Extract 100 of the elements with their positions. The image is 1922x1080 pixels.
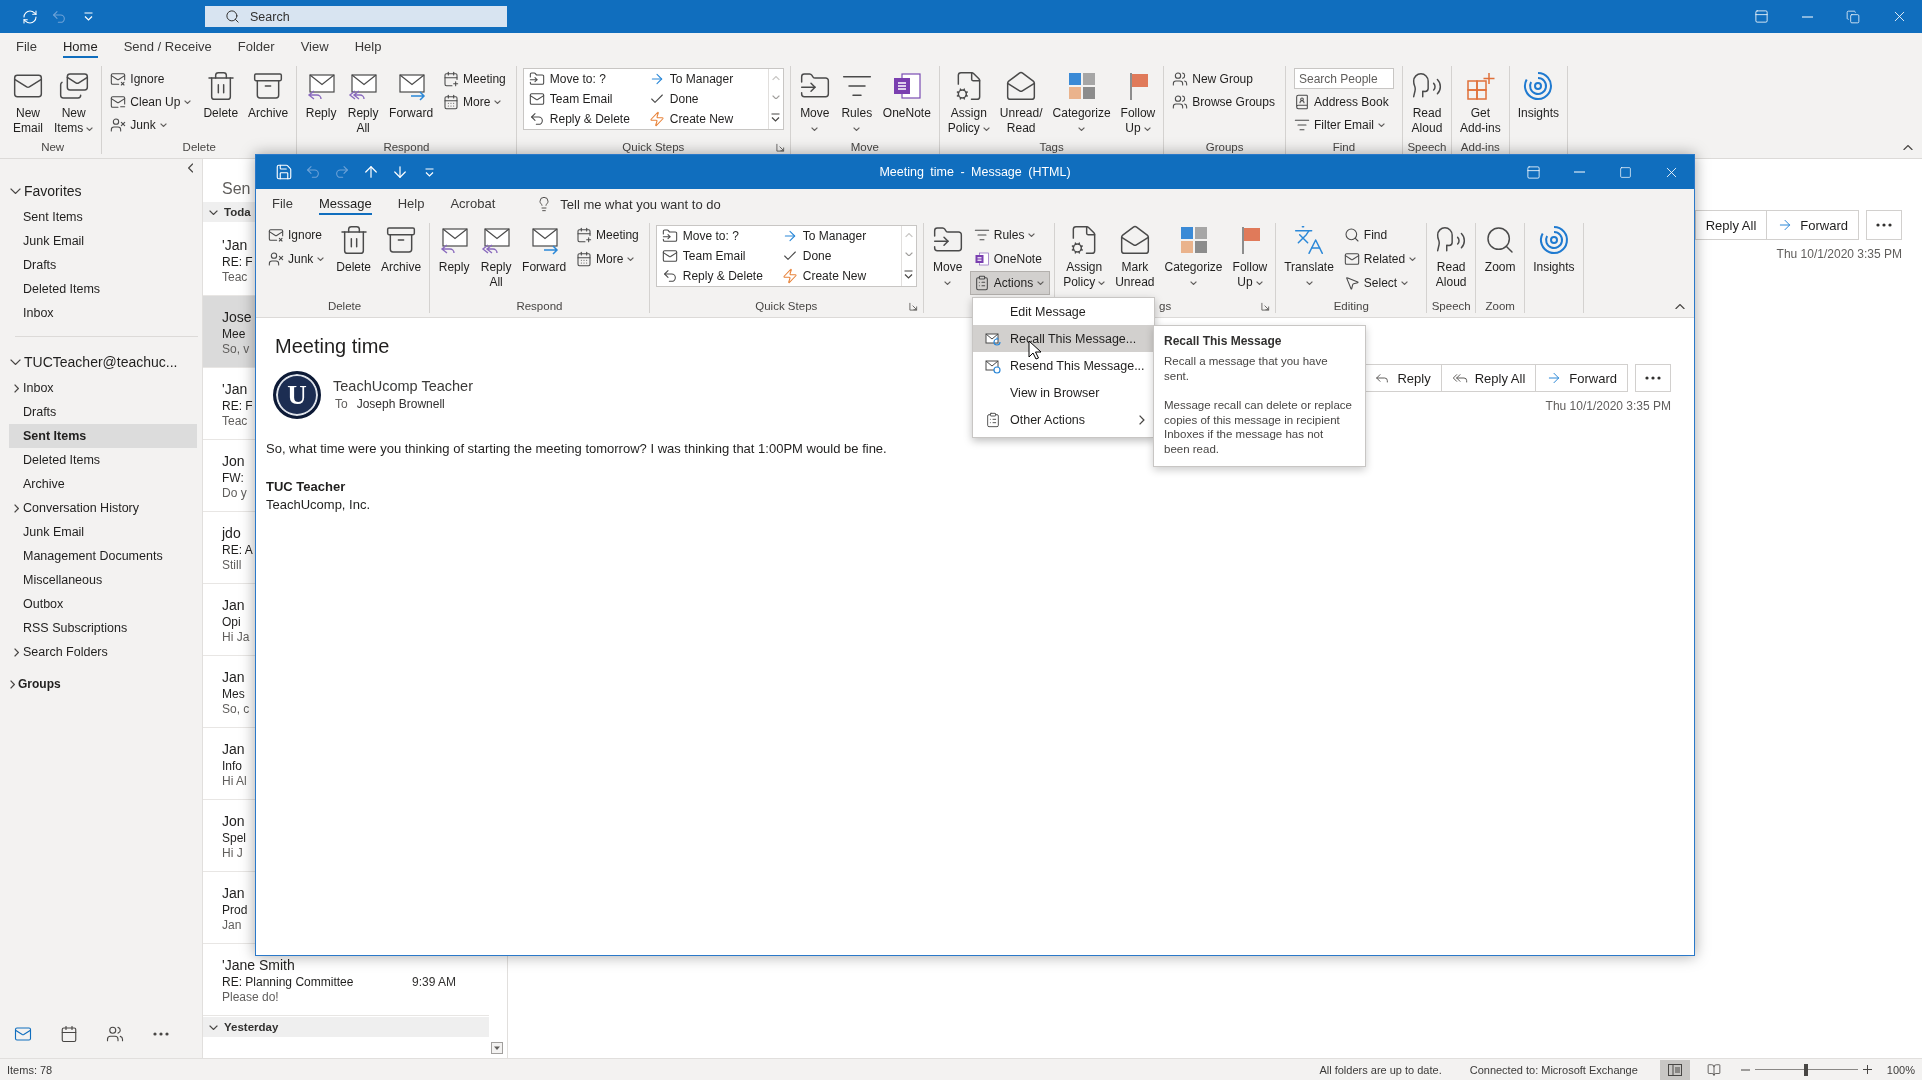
ribbon-button[interactable]: Find <box>1339 223 1394 247</box>
dialog-launcher-button[interactable] <box>1260 300 1272 312</box>
ribbon-button[interactable]: Translate <box>1280 223 1338 290</box>
ribbon-button[interactable]: Related <box>1339 247 1423 271</box>
date-group-header[interactable]: Toda <box>203 202 255 222</box>
ribbon-button[interactable]: Insights <box>1513 66 1563 121</box>
folder-item[interactable]: Drafts <box>9 253 197 277</box>
menu-item[interactable]: Edit Message <box>973 298 1154 325</box>
ribbon-button[interactable]: Actions <box>969 271 1051 295</box>
menu-item[interactable]: Other Actions <box>973 406 1154 433</box>
ribbon-tab[interactable]: Folder <box>237 36 275 58</box>
ribbon-button[interactable]: Archive <box>377 223 426 275</box>
folder-item[interactable]: Management Documents <box>9 544 197 568</box>
message-item[interactable]: Jose Mee So, v <box>203 296 255 368</box>
ribbon-button[interactable]: More <box>439 90 508 113</box>
ribbon-tab[interactable]: View <box>300 36 329 58</box>
collapse-pane-button[interactable] <box>187 163 193 173</box>
ribbon-button[interactable]: Unread/ Read <box>995 66 1047 136</box>
ribbon-button[interactable]: Reply <box>301 66 342 121</box>
ribbon-button[interactable]: Select <box>1339 271 1415 295</box>
menu-item[interactable]: Recall This Message... <box>973 325 1154 352</box>
dialog-launcher-button[interactable] <box>907 300 919 312</box>
ribbon-button[interactable]: New Email <box>8 66 48 136</box>
more-actions-button[interactable] <box>1635 364 1671 392</box>
date-group-header[interactable]: Yesterday <box>203 1017 489 1037</box>
message-action-button[interactable]: Reply All <box>1440 364 1537 392</box>
ribbon-button[interactable]: Forward <box>385 66 438 121</box>
view-button[interactable] <box>1659 1059 1690 1080</box>
folder-section-header[interactable]: Favorites <box>0 177 86 205</box>
ribbon-button[interactable]: Meeting <box>439 67 512 90</box>
ribbon-button[interactable]: Move <box>794 66 835 136</box>
folder-section-header[interactable]: TUCTeacher@teachuc... <box>0 348 182 376</box>
ribbon-tab[interactable]: Acrobat <box>450 193 496 215</box>
ribbon-button[interactable]: Ignore <box>106 67 171 90</box>
quick-step-button[interactable]: Team Email <box>658 246 749 266</box>
ribbon-button[interactable]: Archive <box>244 66 293 121</box>
ribbon-tab[interactable]: Send / Receive <box>123 36 212 58</box>
ribbon-button[interactable]: New Group <box>1168 67 1259 90</box>
search-people-field[interactable]: Search People <box>1293 68 1394 89</box>
folder-item[interactable]: Miscellaneous <box>9 568 197 592</box>
folder-item[interactable]: Outbox <box>9 592 197 616</box>
quick-step-button[interactable]: Done <box>778 246 835 266</box>
ribbon-tab[interactable]: File <box>16 36 37 58</box>
ribbon-button[interactable]: Assign Policy <box>1059 223 1110 290</box>
slider-thumb[interactable] <box>1804 1063 1809 1076</box>
quick-step-button[interactable]: Reply & Delete <box>525 109 633 129</box>
ribbon-button[interactable]: Junk <box>264 247 331 271</box>
menu-item[interactable]: View in Browser <box>973 379 1154 406</box>
message-action-button[interactable]: Forward <box>1766 210 1859 240</box>
ribbon-tab[interactable]: Help <box>354 36 382 58</box>
folder-item[interactable]: RSS Subscriptions <box>9 616 197 640</box>
folder-item[interactable]: Sent Items <box>9 424 197 448</box>
folder-item[interactable]: Sent Items <box>9 205 197 229</box>
ribbon-button[interactable]: New Items <box>50 66 98 136</box>
quick-step-button[interactable]: To Manager <box>645 69 737 89</box>
plus-icon[interactable] <box>1862 1065 1872 1074</box>
ribbon-button[interactable]: Assign Policy <box>943 66 994 136</box>
ribbon-button[interactable]: Delete <box>332 223 376 275</box>
ribbon-tab[interactable]: Help <box>397 193 425 215</box>
ribbon-button[interactable]: Insights <box>1529 223 1579 275</box>
quick-step-button[interactable]: Move to: ? <box>658 226 742 246</box>
ribbon-button[interactable]: Clean Up <box>106 90 198 113</box>
quick-step-button[interactable]: Team Email <box>525 89 616 109</box>
folder-item[interactable]: Archive <box>9 472 197 496</box>
ribbon-button[interactable]: Reply <box>434 223 475 275</box>
ribbon-button[interactable]: Categorize <box>1048 66 1115 136</box>
ribbon-button[interactable]: Read Aloud <box>1406 66 1447 136</box>
ribbon-button[interactable]: Rules <box>969 223 1042 247</box>
folder-item[interactable]: Junk Email <box>9 229 197 253</box>
message-action-button[interactable]: Reply <box>1363 364 1442 392</box>
folder-item[interactable]: Junk Email <box>9 520 197 544</box>
quick-step-button[interactable]: Create New <box>645 109 737 129</box>
chevron-down-icon[interactable] <box>771 94 780 99</box>
ribbon-button[interactable]: Follow Up <box>1228 223 1272 290</box>
more-actions-button[interactable] <box>1866 210 1902 240</box>
folder-item[interactable]: Inbox <box>9 301 197 325</box>
ribbon-button[interactable]: Delete <box>199 66 243 121</box>
quick-step-button[interactable]: To Manager <box>778 226 870 246</box>
ribbon-button[interactable]: Meeting <box>572 223 645 247</box>
tell-me-field[interactable]: Tell me what you want to do <box>560 196 751 212</box>
ribbon-button[interactable]: OneNote <box>969 247 1048 271</box>
chevron-down-icon[interactable] <box>904 251 913 256</box>
folder-item[interactable]: Conversation History <box>9 496 197 520</box>
ribbon-button[interactable]: Filter Email <box>1289 113 1391 136</box>
ribbon-tab[interactable]: Home <box>62 36 98 58</box>
ribbon-button[interactable]: Ignore <box>264 223 329 247</box>
ribbon-tab[interactable]: Message <box>318 193 372 215</box>
ribbon-button[interactable]: Browse Groups <box>1168 90 1281 113</box>
ribbon-button[interactable]: Reply All <box>343 66 384 136</box>
folder-item[interactable]: Inbox <box>9 376 197 400</box>
menu-item[interactable]: Resend This Message... <box>973 352 1154 379</box>
folder-item[interactable]: Deleted Items <box>9 277 197 301</box>
minus-icon[interactable] <box>1740 1068 1750 1071</box>
ribbon-button[interactable]: Address Book <box>1289 90 1395 113</box>
scroll-down-icon[interactable] <box>490 1042 503 1054</box>
message-action-button[interactable]: Forward <box>1535 364 1628 392</box>
message-action-button[interactable]: Reply All <box>1694 210 1768 240</box>
ribbon-button[interactable]: OneNote <box>878 66 935 121</box>
ribbon-button[interactable]: More <box>572 247 641 271</box>
folder-section-header[interactable]: Groups <box>0 670 65 698</box>
